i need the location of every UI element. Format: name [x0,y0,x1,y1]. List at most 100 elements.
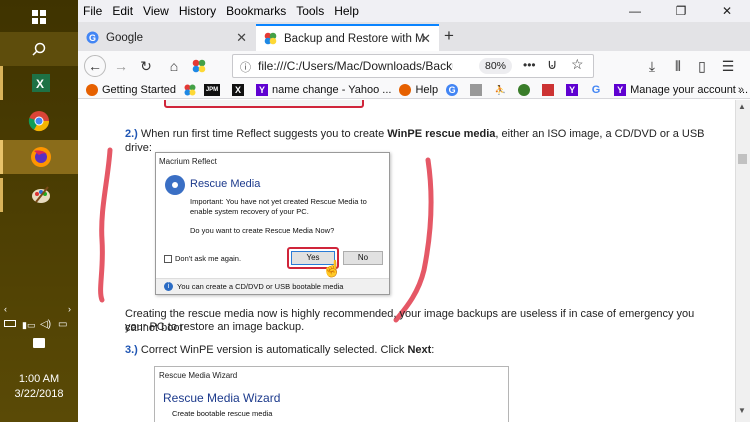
menu-view[interactable]: View [138,4,174,18]
close-tab-icon[interactable]: ✕ [420,31,431,47]
volume-icon[interactable]: ◁) [40,319,51,330]
bookmark-pinwheel[interactable] [184,84,196,96]
bookmark-puzzle[interactable] [542,83,558,96]
battery-icon[interactable] [4,320,16,327]
close-tab-icon[interactable]: ✕ [236,30,247,46]
chevron-right-icon[interactable]: › [68,304,71,314]
new-tab-icon[interactable]: + [444,26,454,46]
bookmark-x[interactable]: X [232,83,248,96]
library-icon[interactable]: ⫴ [668,56,688,76]
bookmark-label: Getting Started [102,83,176,96]
info-icon: i [164,282,173,291]
tab-label: Backup and Restore with Macr [284,32,424,45]
pocket-icon[interactable]: ⊍ [547,56,557,73]
bookmark-help[interactable]: Help [399,83,438,96]
notifications-icon[interactable] [33,338,45,348]
google-icon: G [446,83,459,96]
menu-file[interactable]: File [78,4,107,18]
bookmark-figure[interactable]: ⛹ [494,84,510,96]
star-icon[interactable]: ☆ [571,56,584,73]
more-bookmarks-icon[interactable]: » [738,84,744,96]
dont-ask-checkbox[interactable] [164,255,172,263]
clock[interactable]: 1:00 AM 3/22/2018 [0,372,78,402]
paint-taskbar-button[interactable] [0,178,78,212]
search-button[interactable] [0,32,78,66]
reload-icon[interactable]: ↻ [136,56,156,76]
clock-time: 1:00 AM [18,373,60,385]
macrium-dialog-screenshot: Macrium Reflect Rescue Media Important: … [155,152,390,295]
navigation-bar: ← → ↻ ⌂ ⓘ file:///C:/Users/Mac/Downloads… [78,51,750,81]
image-icon [470,83,483,96]
menu-edit[interactable]: Edit [107,4,138,18]
menu-bar: File Edit View History Bookmarks Tools H… [78,0,750,22]
tab-google[interactable]: G Google ✕ [78,24,255,51]
bookmarks-toolbar: Getting Started JPM X Yname change - Yah… [78,81,750,99]
bookmark-getting-started[interactable]: Getting Started [86,83,176,96]
zoom-indicator[interactable]: 80% [479,58,513,74]
paint-icon [31,186,50,203]
svg-text:X: X [36,77,44,91]
restore-button[interactable]: ❐ [658,0,704,22]
yahoo-icon: Y [614,83,627,96]
forward-icon[interactable]: → [111,56,131,76]
menu-bookmarks[interactable]: Bookmarks [221,4,291,18]
search-icon [32,42,46,56]
svg-text:G: G [89,33,96,43]
bookmark-yahoo[interactable]: Y [566,83,582,96]
scroll-down-icon[interactable]: ▼ [738,406,746,415]
pinwheel-icon[interactable] [189,56,209,76]
menu-help[interactable]: Help [329,4,364,18]
tab-label: Google [106,31,144,44]
dont-ask-label: Don't ask me again. [175,254,242,263]
google-icon: G [591,83,601,96]
yahoo-icon: Y [566,83,579,96]
home-icon[interactable]: ⌂ [164,56,184,76]
dialog-line-2: enable system recovery of your PC. [190,207,309,216]
x-icon: X [232,83,244,96]
sidebar-icon[interactable]: ▯ [692,56,712,76]
keyboard-icon[interactable]: ▭ [58,319,67,330]
network-icon[interactable]: ▮▭ [22,320,35,331]
menu-history[interactable]: History [174,4,221,18]
hamburger-menu-icon[interactable]: ☰ [718,56,738,76]
start-button[interactable] [0,0,78,34]
menu-tools[interactable]: Tools [291,4,329,18]
page-info-icon[interactable]: ⓘ [240,59,251,75]
firefox-taskbar-button[interactable] [0,140,78,174]
bookmark-google[interactable]: G [446,83,462,96]
wizard-title: Rescue Media Wizard [159,371,238,380]
page-actions-icon[interactable]: ••• [523,58,536,72]
excel-taskbar-button[interactable]: X [0,66,78,100]
chrome-icon [28,111,50,132]
excel-icon: X [31,74,50,92]
bookmark-jpm[interactable]: JPM [204,83,224,96]
close-window-button[interactable]: ✕ [704,0,750,22]
bookmark-image[interactable] [470,83,486,96]
url-text: file:///C:/Users/Mac/Downloads/Backu [258,59,453,73]
disc-icon [165,175,185,195]
scroll-up-icon[interactable]: ▲ [738,102,746,111]
hand-cursor-icon: ☝ [322,261,342,278]
minimize-button[interactable]: — [612,0,658,22]
yahoo-icon: Y [256,83,268,96]
scroll-thumb[interactable] [738,154,747,164]
step-3-text: 3.) Correct WinPE version is automatical… [125,344,435,356]
chrome-taskbar-button[interactable] [0,104,78,138]
paragraph-line-2: your PC to restore an image backup. [125,321,305,333]
rescue-media-wizard-screenshot: Rescue Media Wizard Rescue Media Wizard … [154,366,509,422]
bookmark-name-change[interactable]: Yname change - Yahoo ... [256,83,391,96]
back-icon[interactable]: ← [84,55,106,77]
vertical-scrollbar[interactable]: ▲ ▼ [735,100,750,422]
url-bar[interactable]: ⓘ file:///C:/Users/Mac/Downloads/Backu 8… [232,54,594,78]
bookmark-leaf[interactable] [518,83,534,96]
download-icon[interactable]: ⤓ [642,56,662,76]
bookmark-manage-account[interactable]: Y Manage your account ... [614,83,748,96]
no-button[interactable]: No [343,251,383,265]
page-content: 2.) When run first time Reflect suggests… [78,100,735,422]
dialog-footer: i You can create a CD/DVD or USB bootabl… [156,278,389,294]
bookmark-google-2[interactable]: G [590,84,606,96]
tab-backup-restore[interactable]: Backup and Restore with Macr ✕ [256,24,439,51]
pinwheel-icon [264,32,277,45]
jpm-icon: JPM [204,83,220,96]
chevron-left-icon[interactable]: ‹ [4,304,7,314]
